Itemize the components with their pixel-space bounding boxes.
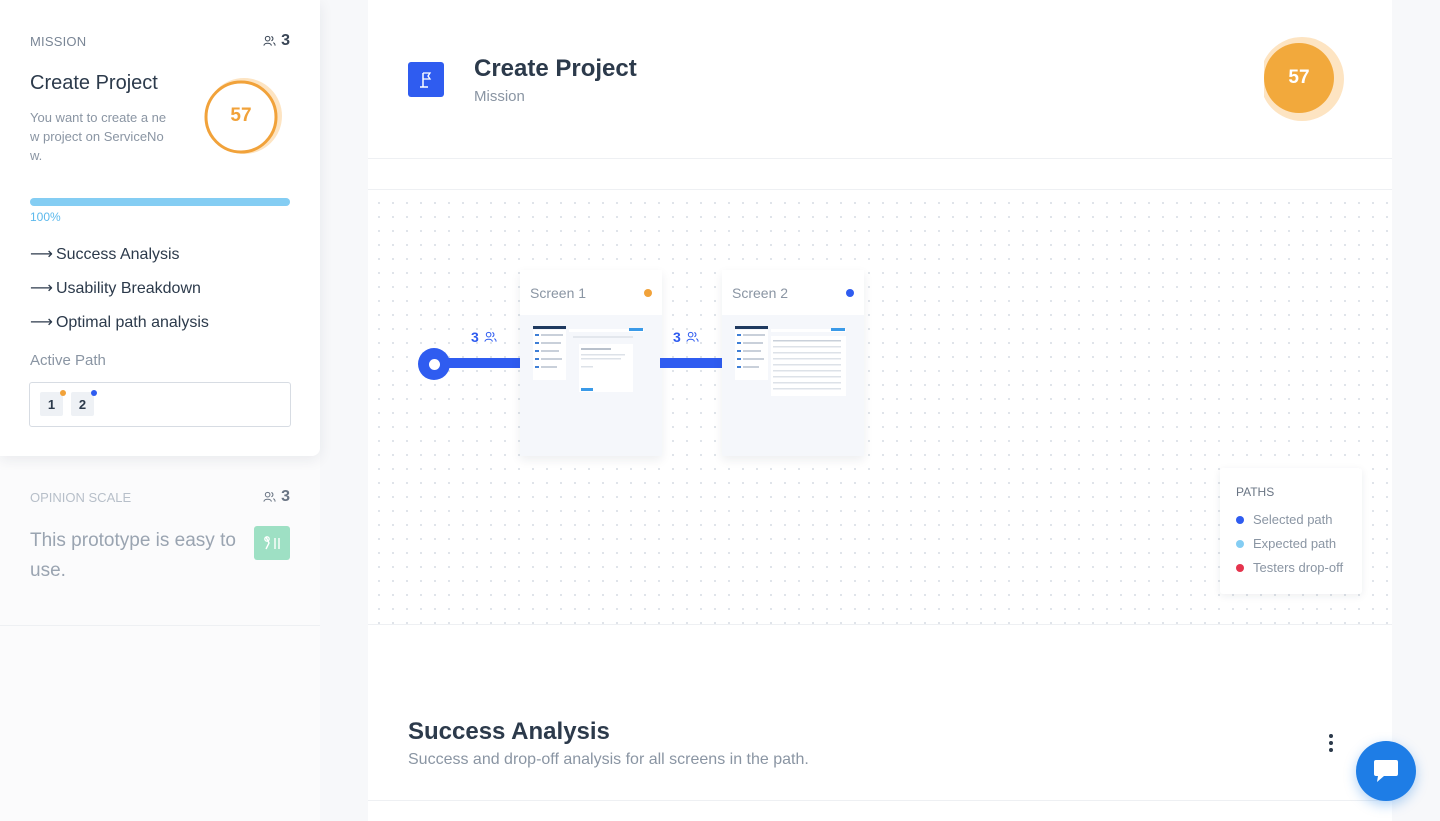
legend-label: Expected path xyxy=(1253,536,1337,551)
path-step-dot xyxy=(91,390,97,396)
legend-item-testers-drop-off: Testers drop-off xyxy=(1236,560,1343,575)
mission-progress-bar xyxy=(30,198,290,206)
path-step-dot xyxy=(60,390,66,396)
legend-item-expected-path: Expected path xyxy=(1236,536,1336,551)
mission-progress-fill xyxy=(30,198,290,206)
screen-card-header: Screen 1 xyxy=(520,270,662,315)
users-icon xyxy=(484,331,497,342)
legend-item-selected-path: Selected path xyxy=(1236,512,1333,527)
link-label: Success Analysis xyxy=(55,246,180,263)
mission-score-badge: 57 xyxy=(1260,34,1348,124)
legend-dot xyxy=(1236,539,1244,548)
mission-description: You want to create a new project on Serv… xyxy=(30,110,167,163)
edge-count-value: 3 xyxy=(673,329,681,345)
flow-edge xyxy=(660,358,722,368)
mission-score-ring: 57 xyxy=(202,74,286,158)
flow-edge xyxy=(448,358,520,368)
paths-legend: PATHS Selected path Expected path Tester… xyxy=(1220,468,1362,594)
path-step-label: 2 xyxy=(78,396,87,412)
mission-progress-label: 100% xyxy=(30,210,61,224)
path-step-chip[interactable]: 2 xyxy=(71,390,97,416)
link-label: Usability Breakdown xyxy=(55,280,201,297)
legend-dot xyxy=(1236,515,1244,524)
arrow-right-icon: ⟶ xyxy=(30,246,53,263)
path-step-chip[interactable]: 1 xyxy=(40,390,66,416)
chat-button[interactable] xyxy=(1356,741,1416,801)
link-optimal-path-analysis[interactable]: ⟶ Optimal path analysis xyxy=(30,312,209,332)
legend-title: PATHS xyxy=(1236,485,1275,499)
more-options-icon[interactable] xyxy=(1318,730,1344,756)
active-path-field[interactable]: 1 2 xyxy=(29,382,291,427)
tester-count: 3 xyxy=(263,32,290,50)
arrow-right-icon: ⟶ xyxy=(30,280,53,297)
link-success-analysis[interactable]: ⟶ Success Analysis xyxy=(30,244,180,264)
link-usability-breakdown[interactable]: ⟶ Usability Breakdown xyxy=(30,278,201,298)
mission-card[interactable]: MISSION 3 Create Project You want to cre… xyxy=(0,0,320,456)
sidebar: MISSION 3 Create Project You want to cre… xyxy=(0,0,320,821)
legend-dot xyxy=(1236,563,1244,572)
edge-tester-count: 3 xyxy=(471,329,497,345)
flag-icon xyxy=(408,62,444,97)
mission-header: Create Project Mission 57 xyxy=(368,0,1392,159)
edge-tester-count: 3 xyxy=(673,329,699,345)
screen-name: Screen 1 xyxy=(530,284,587,301)
flow-start-node[interactable] xyxy=(418,348,450,380)
users-icon xyxy=(686,331,699,342)
opinion-scale-icon xyxy=(254,526,290,560)
mission-score: 57 xyxy=(230,105,252,126)
tester-count: 3 xyxy=(263,488,290,506)
active-path-label: Active Path xyxy=(30,352,106,369)
legend-label: Testers drop-off xyxy=(1253,560,1344,575)
main-panel: Create Project Mission 57 3 Screen 1 3 S… xyxy=(368,0,1392,821)
opinion-title: This prototype is easy to use. xyxy=(30,530,236,581)
path-flow-canvas[interactable]: 3 Screen 1 3 Screen 2 PATHS Selected pat… xyxy=(368,189,1392,625)
screen-thumbnail xyxy=(735,326,846,396)
link-label: Optimal path analysis xyxy=(55,314,209,331)
screen-name: Screen 2 xyxy=(732,284,789,301)
screen-status-dot xyxy=(644,288,652,297)
screen-card-2[interactable]: Screen 2 xyxy=(722,270,864,456)
screen-thumbnail xyxy=(533,326,644,396)
users-icon xyxy=(263,491,276,502)
tester-count-value: 3 xyxy=(281,488,290,505)
path-step-label: 1 xyxy=(47,396,56,412)
success-analysis-subtitle: Success and drop-off analysis for all sc… xyxy=(408,751,809,768)
chat-icon xyxy=(1374,760,1398,782)
success-analysis-title: Success Analysis xyxy=(408,718,610,745)
divider xyxy=(368,800,1392,801)
page-subtitle: Mission xyxy=(474,88,525,105)
mission-title: Create Project xyxy=(30,72,158,94)
screen-card-header: Screen 2 xyxy=(722,270,864,315)
legend-label: Selected path xyxy=(1253,512,1333,527)
tester-count-value: 3 xyxy=(281,32,290,49)
users-icon xyxy=(263,35,276,46)
page-title: Create Project xyxy=(474,55,637,82)
edge-count-value: 3 xyxy=(471,329,479,345)
header-score: 57 xyxy=(1288,67,1310,88)
screen-card-1[interactable]: Screen 1 xyxy=(520,270,662,456)
opinion-scale-card[interactable]: OPINION SCALE 3 This prototype is easy t… xyxy=(0,470,320,626)
screen-status-dot xyxy=(846,288,854,297)
arrow-right-icon: ⟶ xyxy=(30,314,53,331)
opinion-kicker: OPINION SCALE xyxy=(30,490,132,505)
mission-kicker: MISSION xyxy=(30,34,87,49)
